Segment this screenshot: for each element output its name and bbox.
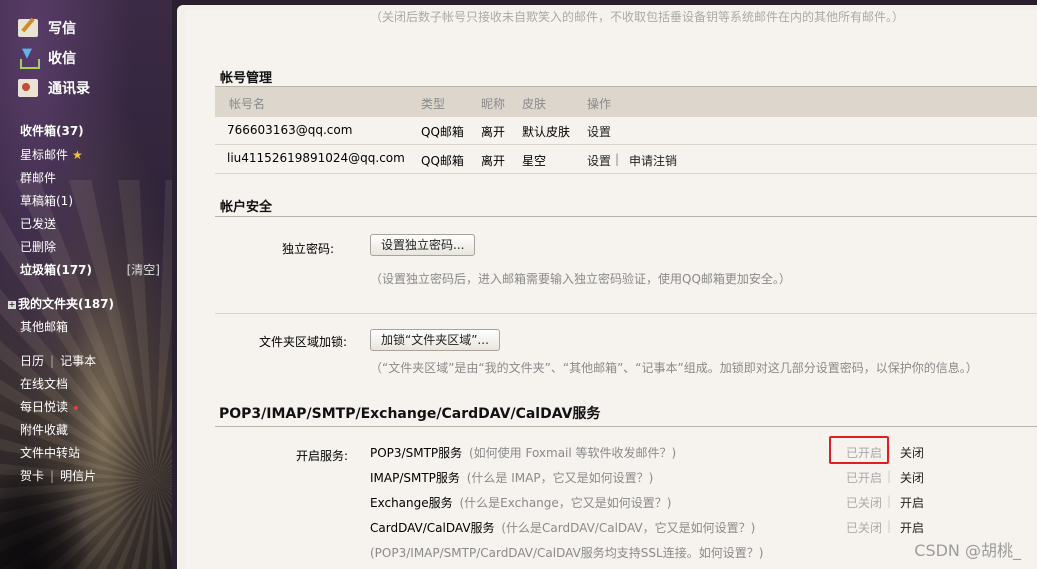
write-label: 写信 (48, 21, 76, 37)
service-exchange-name: Exchange服务 (370, 496, 453, 510)
services-footnote: (POP3/IMAP/SMTP/CardDAV/CalDAV服务均支持SSL连接… (370, 546, 764, 560)
col-header-account: 帐号名 (229, 97, 266, 111)
separator: | (50, 469, 55, 483)
separator: | (887, 469, 892, 483)
separator: | (887, 519, 892, 533)
row-divider (215, 313, 1037, 314)
services-title: POP3/IMAP/SMTP/Exchange/CardDAV/CalDAV服务 (219, 406, 601, 422)
separator: | (615, 152, 620, 166)
independent-password-label: 独立密码: (282, 242, 335, 256)
account-row-2-skin: 星空 (522, 154, 547, 168)
service-imap-status: 已开启 (846, 471, 883, 485)
contacts-label: 通讯录 (48, 81, 90, 97)
service-imap-toggle[interactable]: 关闭 (900, 469, 924, 486)
sidebar-item-drafts[interactable]: 草稿箱(1) (20, 192, 73, 209)
sidebar-item-sent[interactable]: 已发送 (20, 215, 56, 232)
sidebar-item-file-transfer[interactable]: 文件中转站 (20, 444, 80, 461)
account-row-2-cancel-link[interactable]: 申请注销 (629, 152, 677, 169)
service-carddav-name: CardDAV/CalDAV服务 (370, 521, 495, 535)
service-imap: IMAP/SMTP服务 (什么是 IMAP，它又是如何设置？) (370, 469, 653, 486)
receive-label: 收信 (48, 51, 76, 67)
download-icon (18, 46, 40, 69)
write-button[interactable]: 写信 (18, 16, 76, 40)
service-carddav: CardDAV/CalDAV服务 (什么是CardDAV/CalDAV，它又是如… (370, 519, 755, 536)
new-dot-icon (74, 405, 79, 410)
separator: | (887, 494, 892, 508)
service-exchange-toggle[interactable]: 开启 (900, 494, 924, 511)
contacts-button[interactable]: 通讯录 (18, 76, 90, 100)
set-password-button[interactable]: 设置独立密码... (370, 234, 476, 256)
col-header-type: 类型 (421, 97, 446, 111)
account-row-1-type: QQ邮箱 (421, 125, 464, 139)
sidebar-item-group[interactable]: 群邮件 (20, 169, 56, 186)
account-row-2-settings-link[interactable]: 设置 (587, 152, 611, 169)
service-exchange: Exchange服务 (什么是Exchange，它又是如何设置？) (370, 494, 671, 511)
watermark: CSDN @胡桃_ (914, 541, 1021, 560)
service-imap-name: IMAP/SMTP服务 (370, 471, 460, 485)
account-row-1-settings-link[interactable]: 设置 (587, 123, 611, 140)
service-exchange-help-link[interactable]: (什么是Exchange，它又是如何设置？) (459, 496, 671, 510)
sidebar-item-calendar-notes: 日历 | 记事本 (20, 352, 96, 369)
service-carddav-status: 已关闭 (846, 521, 883, 535)
service-exchange-status: 已关闭 (846, 496, 883, 510)
separator: | (50, 354, 55, 368)
account-row-1-name: 766603163@qq.com (227, 123, 353, 137)
account-row-2-name: liu41152619891024@qq.com (227, 151, 405, 165)
sidebar-item-cards: 贺卡 | 明信片 (20, 467, 96, 484)
section-divider (215, 426, 1037, 427)
sidebar-item-online-docs[interactable]: 在线文档 (20, 375, 68, 392)
sidebar: 写信 收信 通讯录 收件箱(37) 星标邮件★ 群邮件 草稿箱(1) 已发送 已… (0, 0, 172, 569)
folder-lock-note: （“文件夹区域”是由“我的文件夹”、“其他邮箱”、“记事本”组成。加锁即对这几部… (370, 361, 978, 375)
settings-panel: （关闭后数子帐号只接收未自欺笑入的邮件，不收取包括垂设备钥等系统邮件在内的其他所… (185, 10, 1037, 569)
folder-lock-label: 文件夹区域加锁: (259, 335, 348, 349)
starred-label: 星标邮件 (20, 148, 69, 162)
account-row-1-nick: 离开 (481, 125, 506, 139)
postcard-link[interactable]: 明信片 (60, 469, 96, 483)
account-row-2-type: QQ邮箱 (421, 154, 464, 168)
sidebar-item-inbox[interactable]: 收件箱(37) (20, 122, 84, 139)
greeting-card-link[interactable]: 贺卡 (20, 469, 44, 483)
expand-icon[interactable]: + (8, 300, 16, 309)
sidebar-item-spam[interactable]: 垃圾箱(177) [清空] (20, 261, 166, 278)
sidebar-item-attachments[interactable]: 附件收藏 (20, 421, 68, 438)
calendar-link[interactable]: 日历 (20, 354, 44, 368)
daily-reading-label: 每日悦读 (20, 400, 69, 414)
sidebar-item-daily-reading[interactable]: 每日悦读 (20, 398, 79, 415)
section-divider (215, 216, 1037, 217)
spam-label: 垃圾箱(177) (20, 263, 93, 277)
service-imap-help-link[interactable]: (什么是 IMAP，它又是如何设置？) (467, 471, 654, 485)
col-header-skin: 皮肤 (522, 97, 547, 111)
password-note: （设置独立密码后，进入邮箱需要输入独立密码验证，使用QQ邮箱更加安全。） (370, 272, 791, 286)
sidebar-item-deleted[interactable]: 已删除 (20, 238, 56, 255)
enable-services-label: 开启服务: (296, 449, 349, 463)
sidebar-item-my-folders[interactable]: + 我的文件夹(187) (8, 295, 114, 312)
service-pop3-toggle[interactable]: 关闭 (900, 444, 924, 461)
lock-folders-button[interactable]: 加锁“文件夹区域”... (370, 329, 500, 351)
account-row-1-skin: 默认皮肤 (522, 125, 571, 139)
service-carddav-toggle[interactable]: 开启 (900, 519, 924, 536)
spam-clear-link[interactable]: [清空] (127, 261, 160, 278)
write-icon (18, 19, 38, 37)
accounts-header (215, 87, 1037, 117)
notes-link[interactable]: 记事本 (60, 354, 96, 368)
service-pop3-help-link[interactable]: (如何使用 Foxmail 等软件收发邮件？) (469, 446, 676, 460)
sidebar-item-other-mail[interactable]: 其他邮箱 (20, 318, 68, 335)
security-title: 帐户安全 (220, 200, 273, 215)
accounts-title: 帐号管理 (220, 71, 273, 86)
top-note: （关闭后数子帐号只接收未自欺笑入的邮件，不收取包括垂设备钥等系统邮件在内的其他所… (370, 10, 905, 24)
highlight-box (829, 436, 889, 464)
my-folders-label: 我的文件夹(187) (18, 297, 115, 311)
service-pop3-name: POP3/SMTP服务 (370, 446, 463, 460)
col-header-action: 操作 (587, 97, 612, 111)
receive-button[interactable]: 收信 (18, 46, 76, 70)
sidebar-item-starred[interactable]: 星标邮件 ★ (20, 146, 83, 163)
contacts-icon (18, 79, 38, 97)
service-carddav-help-link[interactable]: (什么是CardDAV/CalDAV，它又是如何设置？) (501, 521, 755, 535)
row-divider (215, 173, 1037, 174)
star-icon: ★ (72, 148, 83, 162)
account-row-2-nick: 离开 (481, 154, 506, 168)
row-divider (215, 144, 1037, 145)
service-pop3: POP3/SMTP服务 (如何使用 Foxmail 等软件收发邮件？) (370, 444, 676, 461)
col-header-nick: 昵称 (481, 97, 506, 111)
